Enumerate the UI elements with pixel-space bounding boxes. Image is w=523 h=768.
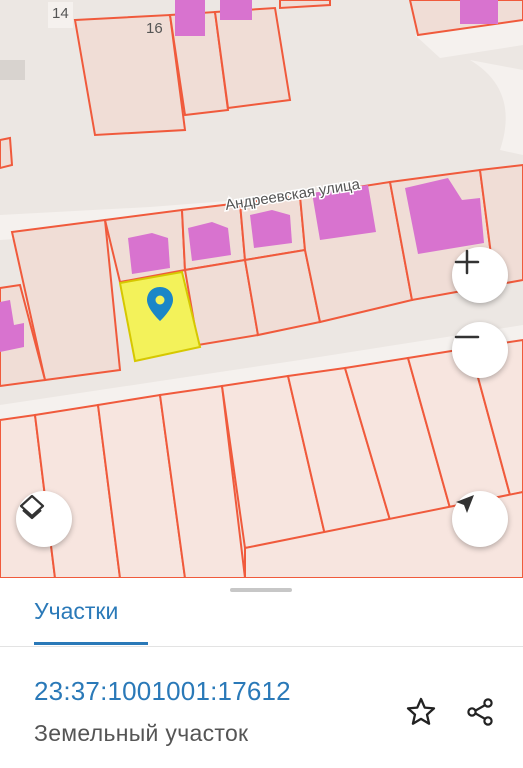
parcels-top	[0, 0, 523, 170]
layers-button[interactable]	[16, 491, 72, 547]
object-type: Земельный участок	[34, 720, 249, 746]
house-number: 16	[146, 20, 163, 37]
drag-handle[interactable]	[230, 588, 292, 592]
share-button[interactable]	[462, 694, 498, 730]
map-canvas[interactable]: Андреевская улица	[0, 0, 523, 578]
tab-indicator	[34, 642, 148, 645]
layers-icon	[19, 494, 45, 520]
map-view[interactable]: Андреевская улица 14 16	[0, 0, 523, 578]
zoom-in-button[interactable]	[452, 247, 508, 303]
house-number: 14	[48, 2, 73, 28]
plus-icon	[454, 249, 480, 275]
bottom-sheet[interactable]: Участки 23:37:1001001:17612 Земельный уч…	[0, 578, 523, 768]
minus-icon	[454, 335, 480, 339]
star-icon	[406, 697, 436, 725]
locate-button[interactable]	[452, 491, 508, 547]
favorite-button[interactable]	[403, 694, 439, 730]
share-icon	[467, 698, 493, 726]
road	[470, 60, 523, 155]
zoom-out-button[interactable]	[452, 322, 508, 378]
tab-parcels[interactable]: Участки	[34, 598, 118, 625]
navigation-arrow-icon	[456, 495, 474, 513]
road	[0, 60, 25, 80]
divider	[0, 646, 523, 647]
cadastral-number[interactable]: 23:37:1001001:17612	[34, 676, 291, 707]
